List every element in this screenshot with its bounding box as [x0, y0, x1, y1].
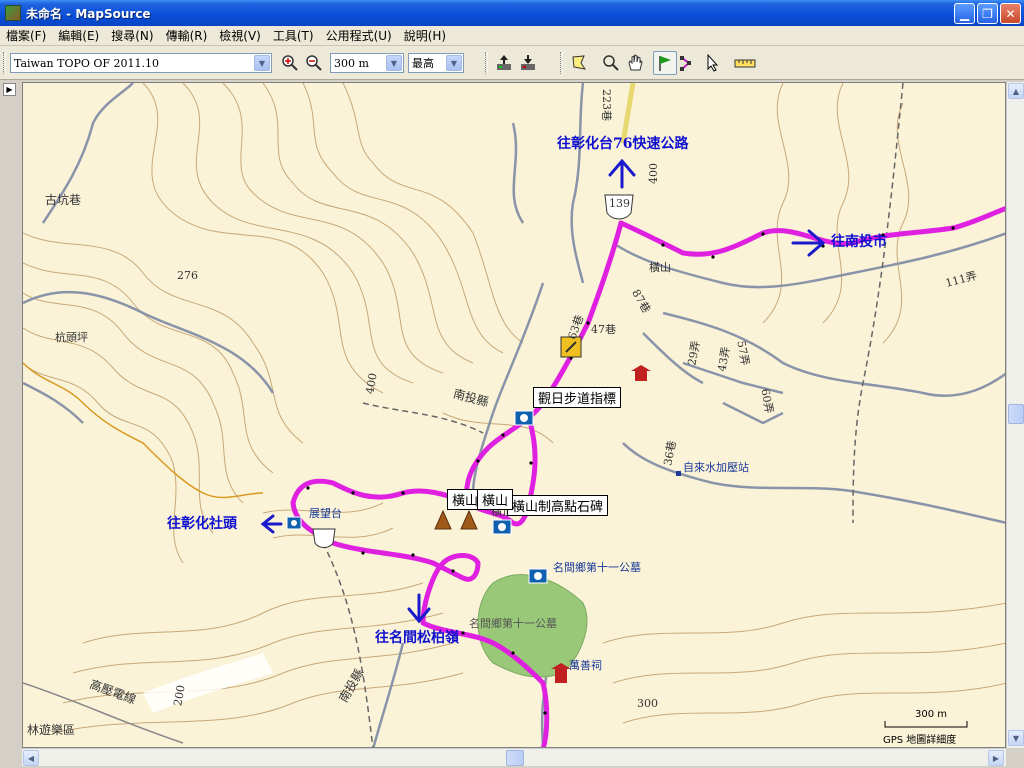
camera-icon — [528, 568, 548, 584]
waypoint-label-hengshan-2[interactable]: 橫山 — [477, 489, 514, 510]
toolbar-grip[interactable] — [560, 52, 563, 74]
pan-tool-button[interactable] — [623, 51, 647, 75]
polygon-select-icon — [572, 55, 587, 70]
map-view[interactable]: 古坑巷 276 杭頭坪 400 南投縣 南投縣 高壓電線 200 林遊樂區 30… — [22, 82, 1006, 748]
menu-help[interactable]: 說明(H) — [398, 27, 452, 44]
toolbar-grip[interactable] — [485, 52, 488, 74]
detail-level-select[interactable]: 最高 ▼ — [408, 53, 464, 73]
scroll-down-button[interactable]: ▼ — [1008, 730, 1024, 746]
flag-icon — [659, 56, 671, 71]
send-to-device-icon — [497, 55, 511, 70]
scale-bar-label: 300 m — [915, 709, 948, 720]
toolbar: Taiwan TOPO OF 2011.10 ▼ 300 m ▼ 最高 ▼ — [0, 46, 1024, 80]
elevation-label: 300 — [637, 697, 658, 710]
direction-label-to-nantou: 往南投市 — [831, 234, 887, 250]
map-toolbar-group: Taiwan TOPO OF 2011.10 ▼ 300 m ▼ 最高 ▼ — [3, 49, 464, 77]
route-icon — [680, 56, 691, 71]
facility-label: 自來水加壓站 — [683, 461, 749, 474]
zoom-scale-select[interactable]: 300 m ▼ — [330, 53, 404, 73]
arrow-pointer-icon — [707, 53, 719, 72]
route-number-label: 139 — [609, 197, 630, 210]
elevation-label: 400 — [647, 163, 660, 184]
title-bar: 未命名 - MapSource ▁ ❐ ✕ — [0, 0, 1024, 26]
minimize-button[interactable]: ▁ — [954, 3, 975, 24]
direction-label-to-songbo: 往名間松柏嶺 — [375, 630, 459, 646]
camera-icon — [492, 519, 512, 535]
menu-file[interactable]: 檔案(F) — [0, 27, 52, 44]
side-panel-strip: ▶ — [0, 81, 20, 768]
place-label: 橫山 — [649, 261, 671, 274]
map-product-select[interactable]: Taiwan TOPO OF 2011.10 ▼ — [10, 53, 272, 73]
window-controls: ▁ ❐ ✕ — [954, 3, 1021, 24]
chevron-down-icon: ▼ — [446, 55, 462, 71]
street-label: 223巷 — [600, 89, 613, 121]
menu-find[interactable]: 搜尋(N) — [105, 27, 159, 44]
zoom-out-button[interactable] — [302, 51, 326, 75]
receive-from-device-button[interactable] — [516, 51, 540, 75]
elevation-label: 276 — [177, 269, 198, 282]
zoom-in-icon — [282, 55, 298, 71]
route-tool-button[interactable] — [677, 51, 701, 75]
app-icon — [5, 5, 21, 21]
zoom-tool-button[interactable] — [599, 51, 623, 75]
zoom-scale-value: 300 m — [334, 56, 369, 70]
distance-tool-button[interactable] — [733, 51, 757, 75]
menu-edit[interactable]: 編輯(E) — [52, 27, 105, 44]
direction-label-to-shetou: 往彰化社頭 — [167, 516, 237, 532]
detail-label: GPS 地圖詳細度 — [883, 735, 957, 746]
menu-utilities[interactable]: 公用程式(U) — [320, 27, 398, 44]
waypoint-label-guanri[interactable]: 觀日步道指標 — [533, 387, 622, 408]
camera-icon — [514, 410, 534, 426]
waypoint-tool-button[interactable] — [653, 51, 677, 75]
vertical-scrollbar[interactable]: ▲ ▼ — [1006, 82, 1024, 748]
cemetery-label: 名間鄉第十一公墓 — [469, 617, 557, 630]
expand-panel-button[interactable]: ▶ — [3, 83, 16, 96]
place-label: 杭頭坪 — [55, 331, 88, 344]
hand-icon — [628, 54, 643, 71]
selection-tool-button[interactable] — [567, 51, 591, 75]
toolbar-grip[interactable] — [3, 52, 6, 74]
direction-label-to-76: 往彰化台76快速公路 — [557, 136, 689, 152]
vertical-scroll-thumb[interactable] — [1008, 404, 1024, 424]
window-title: 未命名 - MapSource — [26, 6, 151, 21]
place-label: 古坑巷 — [45, 193, 82, 207]
zoom-in-button[interactable] — [278, 51, 302, 75]
pointer-tool-button[interactable] — [701, 51, 725, 75]
scroll-right-button[interactable]: ▶ — [988, 750, 1004, 766]
maximize-button[interactable]: ❐ — [977, 3, 998, 24]
scroll-up-button[interactable]: ▲ — [1008, 83, 1024, 99]
map-canvas[interactable] — [23, 83, 1006, 748]
viewpoint-label: 展望台 — [309, 507, 342, 520]
menu-transfer[interactable]: 傳輸(R) — [160, 27, 214, 44]
chevron-down-icon: ▼ — [386, 55, 402, 71]
menu-tools[interactable]: 工具(T) — [267, 27, 320, 44]
horizontal-scrollbar[interactable]: ◀ ▶ — [22, 748, 1006, 766]
chevron-down-icon: ▼ — [254, 55, 270, 71]
receive-from-device-icon — [521, 55, 535, 70]
menu-bar: 檔案(F) 編輯(E) 搜尋(N) 傳輸(R) 檢視(V) 工具(T) 公用程式… — [0, 26, 1024, 46]
map-product-value: Taiwan TOPO OF 2011.10 — [14, 56, 160, 70]
route-139-shield-small — [312, 528, 336, 548]
send-to-device-button[interactable] — [492, 51, 516, 75]
zoom-out-icon — [306, 55, 322, 71]
scroll-left-button[interactable]: ◀ — [23, 750, 39, 766]
waypoint-label-hengshan-peak[interactable]: 橫山制高點石碑 — [507, 495, 609, 516]
cemetery-label: 名間鄉第十一公墓 — [553, 561, 641, 574]
scroll-corner — [1006, 748, 1024, 768]
horizontal-scroll-thumb[interactable] — [506, 750, 524, 766]
close-button[interactable]: ✕ — [1000, 3, 1021, 24]
magnifier-icon — [603, 55, 619, 71]
detail-level-value: 最高 — [412, 57, 434, 70]
camera-icon — [286, 516, 302, 530]
shrine-label: 萬善祠 — [569, 659, 602, 672]
transfer-toolbar-group — [485, 49, 540, 77]
waterworks-icon — [676, 471, 681, 476]
menu-view[interactable]: 檢視(V) — [213, 27, 267, 44]
place-label: 林遊樂區 — [27, 723, 76, 737]
ruler-icon — [734, 59, 756, 68]
tools-toolbar-group — [560, 49, 757, 77]
street-label: 47巷 — [591, 323, 616, 336]
